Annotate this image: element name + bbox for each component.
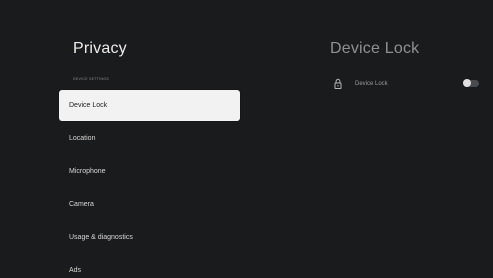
menu-item-camera[interactable]: Camera — [59, 189, 240, 220]
device-lock-toggle[interactable] — [463, 79, 479, 87]
page-title: Privacy — [73, 40, 127, 57]
lock-icon — [333, 78, 343, 90]
menu-item-label: Usage & diagnostics — [69, 234, 133, 241]
privacy-settings-screen: Privacy DEVICE SETTINGS Device Lock Loca… — [0, 0, 493, 278]
device-lock-label: Device Lock — [355, 81, 388, 87]
menu-item-location[interactable]: Location — [59, 123, 240, 154]
menu-item-ads[interactable]: Ads — [59, 255, 240, 278]
menu-item-microphone[interactable]: Microphone — [59, 156, 240, 187]
section-label: DEVICE SETTINGS — [73, 77, 110, 81]
device-lock-setting-row[interactable]: Device Lock — [333, 74, 481, 94]
menu-item-label: Device Lock — [69, 102, 108, 109]
toggle-knob — [463, 79, 471, 87]
menu-item-usage-diagnostics[interactable]: Usage & diagnostics — [59, 222, 240, 253]
detail-title: Device Lock — [330, 40, 420, 57]
menu-item-label: Ads — [69, 267, 82, 274]
menu-item-label: Camera — [69, 201, 94, 208]
menu-item-label: Location — [69, 135, 96, 142]
menu-item-device-lock[interactable]: Device Lock — [59, 90, 240, 121]
menu-item-label: Microphone — [69, 168, 106, 175]
